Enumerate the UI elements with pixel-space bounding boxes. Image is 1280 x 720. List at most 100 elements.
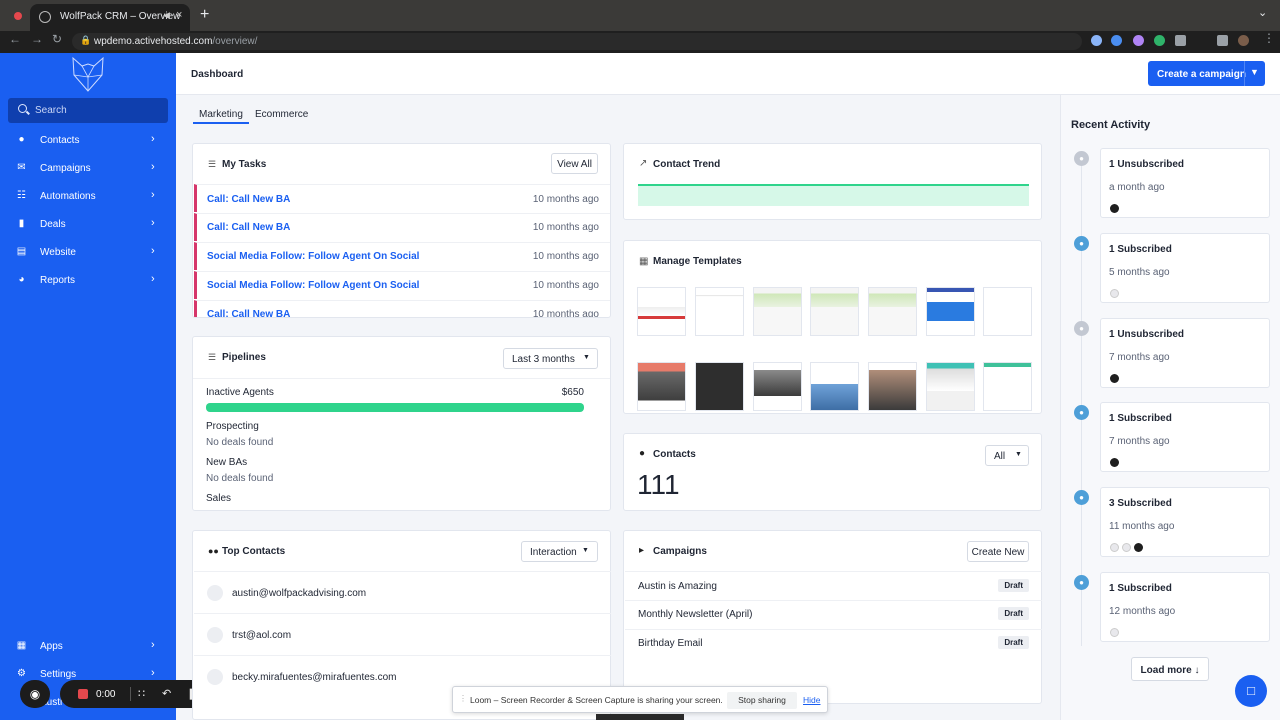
contact-email[interactable]: austin@wolfpackadvising.com	[232, 588, 366, 599]
caret-down-icon: ▼	[582, 547, 589, 554]
task-row[interactable]: Call: Call New BA 10 months ago	[194, 184, 610, 212]
stop-recording-button[interactable]	[78, 689, 88, 699]
template-thumbnail[interactable]	[695, 362, 744, 411]
close-tab-icon[interactable]: ×	[176, 9, 182, 21]
activity-item[interactable]: 1 Subscribed 12 months ago	[1100, 572, 1270, 642]
browser-tab[interactable]: WolfPack CRM – Overview ◀ ×	[30, 4, 190, 31]
person-icon: ●	[18, 134, 25, 145]
back-icon[interactable]: ←	[9, 32, 21, 46]
person-icon: ●	[639, 448, 646, 459]
activity-item[interactable]: 3 Subscribed 11 months ago	[1100, 487, 1270, 557]
speaker-icon[interactable]: ◀	[163, 10, 170, 21]
extension-icon[interactable]	[1133, 35, 1144, 46]
campaign-row[interactable]: Birthday Email Draft	[625, 629, 1042, 657]
card-title: Top Contacts	[222, 546, 286, 557]
divider	[193, 378, 610, 379]
drag-handle-icon[interactable]: ∷	[138, 687, 145, 700]
task-link[interactable]: Social Media Follow: Follow Agent On Soc…	[207, 251, 419, 262]
campaign-name[interactable]: Austin is Amazing	[638, 581, 717, 592]
template-thumbnail[interactable]	[926, 362, 975, 411]
task-time: 10 months ago	[532, 194, 599, 205]
pipeline-range-select[interactable]: Last 3 months ▼	[503, 348, 598, 369]
browser-menu-icon[interactable]: ⋮	[1263, 31, 1275, 45]
contact-row[interactable]: trst@aol.com	[194, 613, 611, 655]
template-thumbnail[interactable]	[637, 362, 686, 411]
chat-icon: □	[1247, 683, 1255, 698]
sidebar-item-apps[interactable]: ▦ Apps ›	[0, 634, 176, 658]
reload-icon[interactable]: ↻	[52, 32, 62, 46]
activity-item[interactable]: 1 Subscribed 7 months ago	[1100, 402, 1270, 472]
template-thumbnail[interactable]	[810, 287, 859, 336]
activity-item[interactable]: 1 Unsubscribed a month ago	[1100, 148, 1270, 218]
template-thumbnail[interactable]	[810, 362, 859, 411]
task-row[interactable]: Social Media Follow: Follow Agent On Soc…	[194, 242, 610, 270]
template-thumbnail[interactable]	[983, 362, 1032, 411]
contacts-filter-select[interactable]: All ▼	[985, 445, 1029, 466]
drag-handle-icon[interactable]: ⋮	[459, 694, 467, 703]
sidebar-item-reports[interactable]: ◕ Reports ›	[0, 268, 176, 292]
profile-avatar[interactable]	[1238, 35, 1249, 46]
tab-search-icon[interactable]: ⌄	[1258, 6, 1267, 19]
campaign-row[interactable]: Austin is Amazing Draft	[625, 571, 1042, 599]
hide-banner-link[interactable]: Hide	[803, 695, 820, 705]
template-thumbnail[interactable]	[753, 287, 802, 336]
url-input[interactable]: 🔒 wpdemo.activehosted.com/overview/	[72, 33, 1082, 50]
top-contacts-sort-select[interactable]: Interaction ▼	[521, 541, 598, 562]
task-link[interactable]: Call: Call New BA	[207, 309, 290, 317]
task-row[interactable]: Social Media Follow: Follow Agent On Soc…	[194, 271, 610, 299]
loom-camera-button[interactable]: ◉	[20, 680, 50, 708]
sidebar-item-automations[interactable]: ☷ Automations ›	[0, 184, 176, 208]
template-thumbnail[interactable]	[983, 287, 1032, 336]
sidebar-toggle-icon[interactable]	[1217, 35, 1228, 46]
task-link[interactable]: Social Media Follow: Follow Agent On Soc…	[207, 280, 419, 291]
create-new-campaign-button[interactable]: Create New	[967, 541, 1029, 562]
new-tab-button[interactable]: +	[200, 6, 209, 24]
load-more-button[interactable]: Load more ↓	[1131, 657, 1209, 681]
campaign-name[interactable]: Monthly Newsletter (April)	[638, 609, 752, 620]
template-thumbnail[interactable]	[868, 287, 917, 336]
contact-email[interactable]: becky.mirafuentes@mirafuentes.com	[232, 672, 396, 683]
extension-icon[interactable]	[1091, 35, 1102, 46]
activity-item-title: 1 Subscribed	[1109, 413, 1172, 424]
arrow-down-icon: ↓	[1194, 665, 1200, 676]
undo-icon[interactable]: ↶	[162, 687, 171, 700]
contact-row[interactable]: austin@wolfpackadvising.com	[194, 571, 611, 613]
extension-icon[interactable]	[1111, 35, 1122, 46]
sidebar-item-campaigns[interactable]: ✉ Campaigns ›	[0, 156, 176, 180]
campaign-row[interactable]: Monthly Newsletter (April) Draft	[625, 600, 1042, 628]
task-link[interactable]: Call: Call New BA	[207, 222, 290, 233]
contact-email[interactable]: trst@aol.com	[232, 630, 291, 641]
activity-item-title: 1 Subscribed	[1109, 244, 1172, 255]
template-thumbnail[interactable]	[695, 287, 744, 336]
puzzle-icon[interactable]	[1175, 35, 1186, 46]
chevron-right-icon: ›	[151, 189, 155, 201]
tab-marketing[interactable]: Marketing	[193, 107, 249, 124]
envelope-icon: ✉	[17, 162, 26, 173]
chat-widget-button[interactable]: □	[1235, 675, 1267, 707]
template-thumbnail[interactable]	[868, 362, 917, 411]
extension-icon[interactable]	[1154, 35, 1165, 46]
campaign-name[interactable]: Birthday Email	[638, 638, 702, 649]
task-link[interactable]: Call: Call New BA	[207, 194, 290, 205]
view-all-button[interactable]: View All	[551, 153, 598, 174]
sidebar-item-website[interactable]: ▤ Website ›	[0, 240, 176, 264]
search-input[interactable]: Search	[8, 98, 168, 123]
activity-item[interactable]: 1 Unsubscribed 7 months ago	[1100, 318, 1270, 388]
template-thumbnail[interactable]	[753, 362, 802, 411]
caret-down-icon[interactable]: ▼	[1250, 67, 1259, 77]
sidebar-item-contacts[interactable]: ● Contacts ›	[0, 128, 176, 152]
task-row[interactable]: Call: Call New BA 10 months ago	[194, 213, 610, 241]
task-row[interactable]: Call: Call New BA 10 months ago	[194, 300, 610, 317]
list-icon: ☰	[208, 159, 217, 169]
create-campaign-button[interactable]: Create a campaign ▼	[1148, 61, 1265, 86]
avatar	[207, 627, 223, 643]
template-thumbnail[interactable]	[637, 287, 686, 336]
stop-sharing-button[interactable]: Stop sharing	[727, 692, 797, 709]
tab-ecommerce[interactable]: Ecommerce	[255, 107, 308, 120]
activity-item-time: 5 months ago	[1109, 267, 1170, 278]
activity-item[interactable]: 1 Subscribed 5 months ago	[1100, 233, 1270, 303]
contact-trend-card: ↗ Contact Trend	[623, 143, 1042, 220]
forward-icon[interactable]: →	[31, 32, 43, 46]
template-thumbnail[interactable]	[926, 287, 975, 336]
sidebar-item-deals[interactable]: ▮ Deals ›	[0, 212, 176, 236]
